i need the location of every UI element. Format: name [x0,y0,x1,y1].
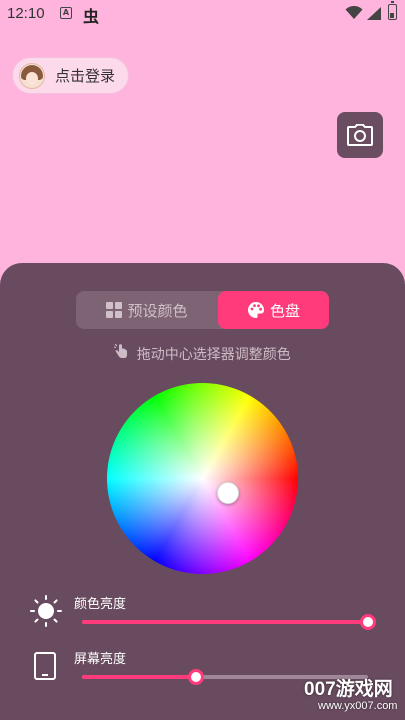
avatar [19,62,45,89]
tab-color-wheel[interactable]: 色盘 [218,291,329,329]
status-bar: 12:10 A 虫 [0,0,405,28]
hand-pointer-icon [114,343,128,358]
bug-notification-icon: 虫 [83,7,100,26]
phone-icon [34,652,56,680]
screen-brightness-label: 屏幕亮度 [74,652,127,667]
color-brightness-fill [82,620,368,624]
color-wheel-handle[interactable] [217,482,239,504]
screen-brightness-fill [82,675,197,679]
watermark-logo: 007游戏网 [304,679,393,700]
status-time: 12:10 [7,5,45,22]
app-notification-icon: A [60,7,72,19]
mode-switch: 预设颜色 色盘 [76,291,329,329]
color-brightness-label: 颜色亮度 [74,597,127,612]
camera-button[interactable] [337,112,383,158]
battery-icon [388,1,397,20]
screen-brightness-thumb[interactable] [188,669,205,685]
grid-icon [106,302,123,318]
tab-preset-colors-label: 预设颜色 [127,301,188,320]
tab-preset-colors[interactable]: 预设颜色 [76,291,218,329]
sun-icon [30,595,62,627]
palette-icon [247,302,264,318]
color-brightness-thumb[interactable] [360,614,376,630]
login-button[interactable]: 点击登录 [12,57,129,94]
login-label: 点击登录 [55,67,116,85]
camera-icon [347,124,373,146]
watermark-url: www.yx007.com [318,700,398,712]
signal-icon [367,7,381,20]
color-brightness-slider[interactable] [82,614,376,630]
hint-label: 拖动中心选择器调整颜色 [136,347,291,363]
tab-color-wheel-label: 色盘 [269,301,300,320]
hint-text: 拖动中心选择器调整颜色 [0,343,405,364]
wifi-icon [345,6,363,19]
color-panel: 预设颜色 色盘 拖动中心选择器调整颜色 颜色亮度 屏幕亮度 [0,263,405,720]
color-wheel[interactable] [107,383,298,574]
